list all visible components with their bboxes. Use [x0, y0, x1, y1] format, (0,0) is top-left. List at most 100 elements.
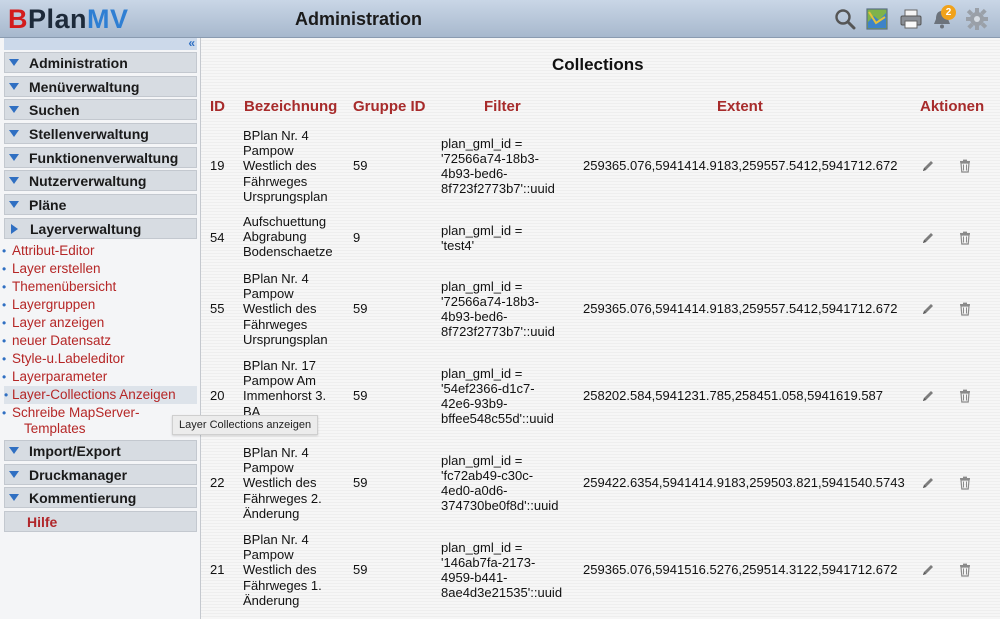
cell-bezeichnung-line: Aufschuettung — [243, 214, 327, 229]
cell-bezeichnung-line: Fährweges — [243, 173, 308, 189]
printer-icon[interactable] — [898, 6, 924, 32]
cell-id: 20 — [210, 388, 225, 403]
cell-filter-line: 4959-b441- — [441, 570, 508, 585]
cell-extent: 258202.584,5941231.785,258451.058,594161… — [583, 388, 884, 403]
submenu-style-labeleditor[interactable]: Style-u.Labeleditor — [2, 351, 125, 367]
trash-icon[interactable] — [958, 302, 972, 316]
menu-druckmanager[interactable]: Druckmanager — [4, 464, 197, 485]
edit-icon[interactable] — [921, 476, 935, 490]
cell-filter-line: plan_gml_id = — [441, 222, 523, 238]
submenu-layergruppen[interactable]: Layergruppen — [2, 297, 95, 313]
submenu-layer-erstellen[interactable]: Layer erstellen — [2, 261, 101, 277]
menu-suchen[interactable]: Suchen — [4, 99, 197, 120]
cell-extent: 259365.076,5941516.5276,259514.3122,5941… — [583, 562, 898, 577]
caret-down-icon — [9, 447, 19, 454]
menu-funktionenverwaltung[interactable]: Funktionenverwaltung — [4, 147, 197, 168]
menu-stellenverwaltung[interactable]: Stellenverwaltung — [4, 123, 197, 144]
trash-icon[interactable] — [958, 476, 972, 490]
submenu-schreibe-mapserver[interactable]: Schreibe MapServer- — [2, 405, 140, 421]
cell-id: 22 — [210, 475, 225, 490]
cell-bezeichnung-line: Immenhorst 3. — [243, 388, 327, 404]
submenu-layer-anzeigen[interactable]: Layer anzeigen — [2, 315, 104, 331]
submenu-attribut-editor[interactable]: Attribut-Editor — [2, 243, 94, 259]
menu-import-export[interactable]: Import/Export — [4, 440, 197, 461]
notification-badge: 2 — [941, 5, 956, 20]
menu-administration[interactable]: Administration — [4, 52, 197, 73]
cell-bezeichnung-line: Pampow — [243, 460, 294, 476]
menu-menueverwaltung[interactable]: Menüverwaltung — [4, 76, 197, 97]
cell-extent: 259365.076,5941414.9183,259557.5412,5941… — [583, 301, 898, 316]
trash-icon[interactable] — [958, 563, 972, 577]
edit-icon[interactable] — [921, 159, 935, 173]
menu-plaene[interactable]: Pläne — [4, 194, 197, 215]
cell-bezeichnung-line: BPlan Nr. 4 — [243, 271, 309, 286]
cell-filter-line: plan_gml_id = — [441, 452, 523, 468]
cell-bezeichnung-line: Westlich des — [243, 301, 317, 317]
trash-icon[interactable] — [958, 231, 972, 245]
menu-kommentierung[interactable]: Kommentierung — [4, 487, 197, 508]
cell-filter-line: 4b93-bed6- — [441, 166, 508, 181]
cell-bezeichnung-line: Fährweges 2. — [243, 490, 322, 506]
cell-filter-line: plan_gml_id = — [441, 539, 523, 555]
cell-bezeichnung-line: Änderung — [243, 505, 300, 521]
map-icon[interactable] — [864, 6, 890, 32]
menu-nutzerverwaltung[interactable]: Nutzerverwaltung — [4, 170, 197, 191]
cell-bezeichnung-line: Pampow Am — [243, 373, 316, 389]
app-logo[interactable]: BPlanMV — [8, 4, 129, 35]
edit-icon[interactable] — [921, 302, 935, 316]
caret-down-icon — [9, 471, 19, 478]
cell-bezeichnung-line: Westlich des — [243, 158, 317, 174]
caret-down-icon — [9, 201, 19, 208]
submenu-schreibe-mapserver-templates[interactable]: Templates — [24, 421, 86, 437]
cell-bezeichnung-line: BPlan Nr. 4 — [243, 128, 309, 143]
cell-filter-line: plan_gml_id = — [441, 278, 523, 294]
caret-down-icon — [9, 130, 19, 137]
caret-down-icon — [9, 177, 19, 184]
cell-bezeichnung-line: Westlich des — [243, 562, 317, 578]
tooltip: Layer Collections anzeigen — [172, 415, 318, 435]
menu-hilfe[interactable]: Hilfe — [4, 511, 197, 532]
sidebar-collapse-bar[interactable]: « — [4, 36, 197, 50]
cell-gruppe-id: 59 — [353, 301, 368, 316]
gear-icon[interactable] — [964, 6, 990, 32]
edit-icon[interactable] — [921, 563, 935, 577]
cell-filter-line: bffee548c55d'::uuid — [441, 411, 554, 427]
cell-bezeichnung-line: BPlan Nr. 4 — [243, 445, 309, 460]
cell-bezeichnung-line: Fährweges — [243, 316, 308, 332]
app-header: BPlanMV Administration 2 — [0, 0, 1000, 38]
submenu-themenuebersicht[interactable]: Themenübersicht — [2, 279, 116, 295]
column-header-bezeichnung: Bezeichnung — [244, 98, 338, 115]
cell-filter-line: plan_gml_id = — [441, 365, 523, 381]
cell-gruppe-id: 59 — [353, 562, 368, 577]
edit-icon[interactable] — [921, 389, 935, 403]
cell-bezeichnung-line: Westlich des — [243, 475, 317, 491]
caret-down-icon — [9, 106, 19, 113]
column-header-id: ID — [210, 98, 225, 115]
double-chevron-left-icon[interactable]: « — [188, 36, 195, 50]
trash-icon[interactable] — [958, 389, 972, 403]
search-icon[interactable] — [832, 6, 858, 32]
column-header-gruppe-id: Gruppe ID — [353, 98, 426, 115]
caret-down-icon — [9, 494, 19, 501]
cell-bezeichnung-line: Ursprungsplan — [243, 188, 328, 204]
cell-filter-line: 4ed0-a0d6- — [441, 483, 508, 498]
bell-icon[interactable]: 2 — [929, 5, 956, 32]
cell-filter-line: 8f723f2773b7'::uuid — [441, 324, 555, 340]
menu-layerverwaltung[interactable]: Layerverwaltung — [4, 218, 197, 239]
cell-id: 21 — [210, 562, 225, 577]
caret-down-icon — [9, 83, 19, 90]
submenu-layer-collections-anzeigen[interactable]: Layer-Collections Anzeigen — [4, 386, 197, 404]
trash-icon[interactable] — [958, 159, 972, 173]
cell-bezeichnung-line: Pampow — [243, 286, 294, 302]
submenu-neuer-datensatz[interactable]: neuer Datensatz — [2, 333, 111, 349]
cell-filter-line: plan_gml_id = — [441, 135, 523, 151]
column-header-aktionen: Aktionen — [920, 98, 985, 115]
cell-filter-line: '54ef2366-d1c7- — [441, 380, 535, 396]
cell-bezeichnung-line: Ursprungsplan — [243, 331, 328, 347]
edit-icon[interactable] — [921, 231, 935, 245]
cell-extent: 259365.076,5941414.9183,259557.5412,5941… — [583, 158, 898, 173]
page-title: Collections — [552, 55, 644, 74]
cell-filter-line: '72566a74-18b3- — [441, 293, 539, 309]
cell-filter-line: 4b93-bed6- — [441, 309, 508, 324]
submenu-layerparameter[interactable]: Layerparameter — [2, 369, 107, 385]
